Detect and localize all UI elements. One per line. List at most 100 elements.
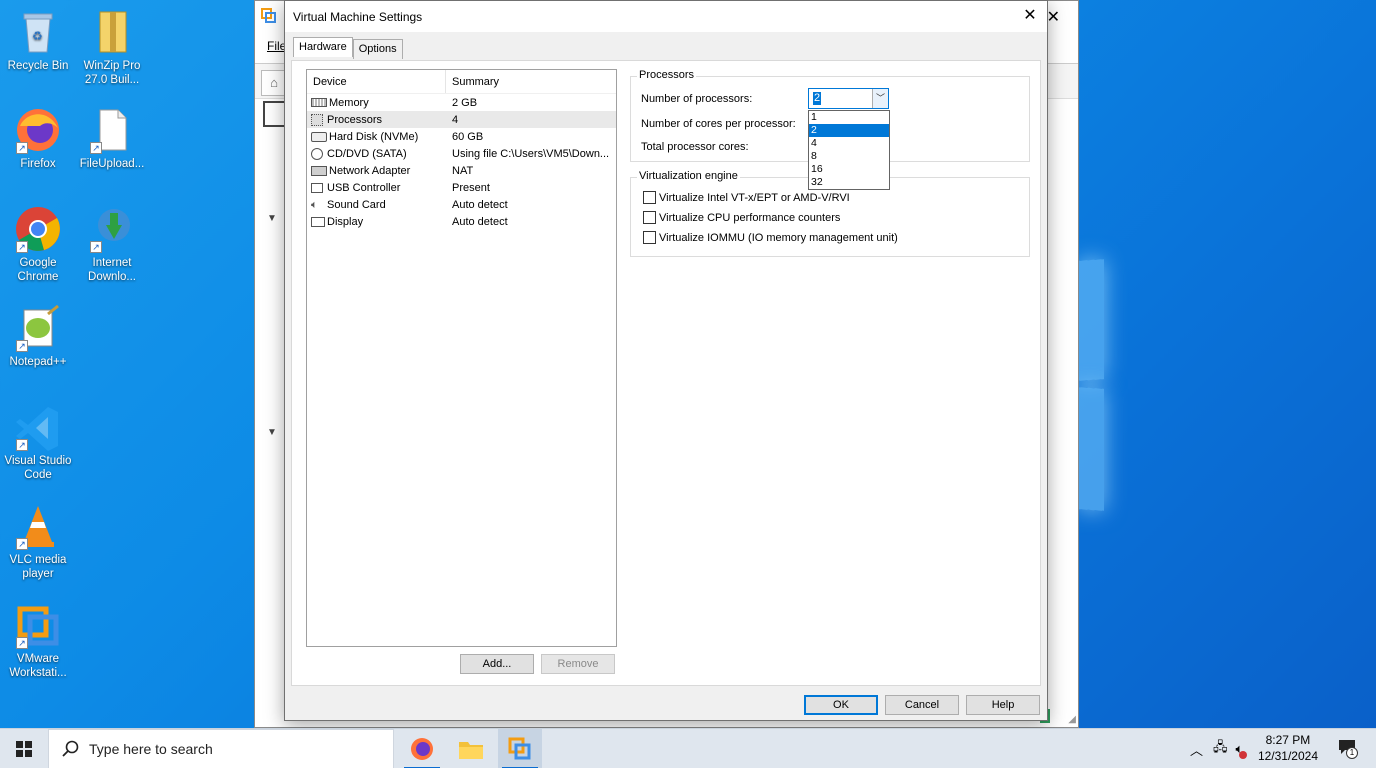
device-row-hard-disk[interactable]: Hard Disk (NVMe) 60 GB bbox=[307, 128, 616, 145]
search-icon bbox=[62, 740, 79, 757]
device-summary: 60 GB bbox=[452, 130, 484, 143]
start-button[interactable] bbox=[0, 729, 48, 768]
processor-icon bbox=[311, 113, 323, 126]
action-center[interactable]: 1 bbox=[1338, 739, 1358, 759]
firefox-icon bbox=[411, 738, 433, 760]
chevron-down-icon[interactable]: ﹀ bbox=[872, 89, 888, 108]
option-16[interactable]: 16 bbox=[809, 163, 889, 176]
num-processors-dropdown: 1 2 4 8 16 32 bbox=[808, 110, 890, 190]
checkbox-box[interactable] bbox=[643, 191, 656, 204]
folder-icon bbox=[459, 742, 483, 759]
hardware-tab-panel: Device Summary Memory 2 GB Processors 4 … bbox=[291, 60, 1041, 686]
vtx-label: Virtualize Intel VT-x/EPT or AMD-V/RVI bbox=[659, 191, 850, 204]
num-processors-label: Number of processors: bbox=[641, 93, 753, 105]
cancel-button[interactable]: Cancel bbox=[885, 695, 959, 715]
remove-button[interactable]: Remove bbox=[541, 654, 615, 674]
vtx-checkbox[interactable]: Virtualize Intel VT-x/EPT or AMD-V/RVI bbox=[643, 191, 850, 204]
close-icon[interactable]: ✕ bbox=[1019, 5, 1041, 27]
add-button[interactable]: Add... bbox=[460, 654, 534, 674]
device-row-network-adapter[interactable]: Network Adapter NAT bbox=[307, 162, 616, 179]
iommu-checkbox[interactable]: Virtualize IOMMU (IO memory management u… bbox=[643, 231, 898, 244]
tab-hardware[interactable]: Hardware bbox=[293, 37, 353, 57]
desktop-icon-internet-download-manager[interactable]: ↗ Internet Downlo... bbox=[74, 205, 150, 284]
device-row-cd-dvd[interactable]: CD/DVD (SATA) Using file C:\Users\VM5\Do… bbox=[307, 145, 616, 162]
iommu-label: Virtualize IOMMU (IO memory management u… bbox=[659, 231, 898, 244]
desktop-icon-winzip[interactable]: WinZip Pro 27.0 Buil... bbox=[74, 8, 150, 87]
desktop-icon-vlc[interactable]: ↗ VLC media player bbox=[0, 502, 76, 581]
taskbar-firefox[interactable] bbox=[400, 729, 444, 768]
option-2[interactable]: 2 bbox=[809, 124, 889, 137]
option-8[interactable]: 8 bbox=[809, 150, 889, 163]
windows-start-icon bbox=[16, 741, 32, 757]
clock[interactable]: 8:27 PM 12/31/2024 bbox=[1258, 732, 1318, 764]
device-name: CD/DVD (SATA) bbox=[327, 147, 407, 160]
chrome-icon: ↗ bbox=[14, 205, 62, 253]
vmware-icon: ↗ bbox=[14, 601, 62, 649]
device-name: Memory bbox=[329, 96, 369, 109]
option-32[interactable]: 32 bbox=[809, 176, 889, 189]
desktop-icon-fileupload[interactable]: ↗ FileUpload... bbox=[74, 106, 150, 171]
perf-counters-checkbox[interactable]: Virtualize CPU performance counters bbox=[643, 211, 840, 224]
option-1[interactable]: 1 bbox=[809, 111, 889, 124]
desktop-icon-recycle-bin[interactable]: ♻ Recycle Bin bbox=[0, 8, 76, 73]
desktop-icon-firefox[interactable]: ↗ Firefox bbox=[0, 106, 76, 171]
perf-counters-label: Virtualize CPU performance counters bbox=[659, 211, 841, 224]
column-summary[interactable]: Summary bbox=[446, 76, 499, 88]
desktop-icon-vscode[interactable]: ↗ Visual Studio Code bbox=[0, 403, 76, 482]
taskbar-search-box[interactable]: Type here to search bbox=[48, 729, 394, 768]
ok-button[interactable]: OK bbox=[804, 695, 878, 715]
selected-value: 2 bbox=[813, 92, 822, 105]
search-placeholder: Type here to search bbox=[89, 741, 213, 757]
help-button[interactable]: Help bbox=[966, 695, 1040, 715]
vmware-close-icon[interactable]: ✕ bbox=[1047, 7, 1060, 27]
device-row-usb-controller[interactable]: USB Controller Present bbox=[307, 179, 616, 196]
vlc-icon: ↗ bbox=[14, 502, 62, 550]
cd-dvd-icon bbox=[311, 147, 323, 160]
desktop-icon-vmware[interactable]: ↗ VMware Workstati... bbox=[0, 601, 76, 680]
device-row-memory[interactable]: Memory 2 GB bbox=[307, 94, 616, 111]
dialog-title: Virtual Machine Settings bbox=[293, 9, 423, 24]
device-row-display[interactable]: Display Auto detect bbox=[307, 213, 616, 230]
device-name: USB Controller bbox=[327, 181, 401, 194]
num-processors-select[interactable]: 2 ﹀ bbox=[808, 88, 889, 109]
desktop-icon-chrome[interactable]: ↗ Google Chrome bbox=[0, 205, 76, 284]
desktop-icon-notepadpp[interactable]: ↗ Notepad++ bbox=[0, 304, 76, 369]
column-device[interactable]: Device bbox=[307, 70, 446, 93]
chevron-up-icon[interactable]: ︿ bbox=[1190, 740, 1203, 759]
collapse-arrow-icon[interactable]: ▼ bbox=[267, 213, 277, 224]
taskbar: Type here to search ︿ 🖧︎ 🔈︎ 8:27 PM 12/3… bbox=[0, 728, 1376, 768]
volume-muted-icon[interactable]: 🔈︎ bbox=[1236, 741, 1248, 759]
device-row-sound-card[interactable]: 🔈︎ Sound Card Auto detect bbox=[307, 196, 616, 213]
display-icon bbox=[311, 216, 325, 227]
device-summary: NAT bbox=[452, 164, 474, 177]
network-icon[interactable]: 🖧︎ bbox=[1213, 738, 1228, 760]
system-tray: ︿ 🖧︎ 🔈︎ bbox=[1190, 729, 1248, 768]
idm-icon: ↗ bbox=[88, 205, 136, 253]
option-4[interactable]: 4 bbox=[809, 137, 889, 150]
cores-per-processor-label: Number of cores per processor: bbox=[641, 118, 796, 130]
device-name: Processors bbox=[327, 113, 383, 126]
dialog-titlebar: Virtual Machine Settings ✕ bbox=[285, 1, 1047, 32]
device-summary: Using file C:\Users\VM5\Down... bbox=[452, 147, 610, 160]
sound-icon: 🔈︎ bbox=[311, 198, 318, 211]
hard-disk-icon bbox=[311, 131, 327, 142]
vm-settings-dialog: Virtual Machine Settings ✕ Hardware Opti… bbox=[284, 0, 1048, 721]
notepadpp-icon: ↗ bbox=[14, 304, 62, 352]
vmware-icon bbox=[508, 737, 531, 760]
tab-options[interactable]: Options bbox=[352, 39, 403, 59]
resize-grip-icon[interactable]: ◢ bbox=[1068, 714, 1076, 725]
device-name: Display bbox=[327, 215, 364, 228]
device-summary: Auto detect bbox=[452, 198, 508, 211]
device-row-processors[interactable]: Processors 4 bbox=[307, 111, 616, 128]
total-cores-label: Total processor cores: bbox=[641, 141, 749, 153]
collapse-arrow-icon-2[interactable]: ▼ bbox=[267, 427, 277, 438]
device-list-header: Device Summary bbox=[307, 70, 616, 94]
processors-group-title: Processors bbox=[637, 69, 697, 81]
checkbox-box[interactable] bbox=[643, 211, 656, 224]
taskbar-file-explorer[interactable] bbox=[449, 729, 493, 768]
usb-icon bbox=[311, 182, 323, 193]
taskbar-vmware[interactable] bbox=[498, 729, 542, 768]
checkbox-box[interactable] bbox=[643, 231, 656, 244]
device-name: Hard Disk (NVMe) bbox=[329, 130, 419, 143]
device-list[interactable]: Device Summary Memory 2 GB Processors 4 … bbox=[306, 69, 617, 647]
